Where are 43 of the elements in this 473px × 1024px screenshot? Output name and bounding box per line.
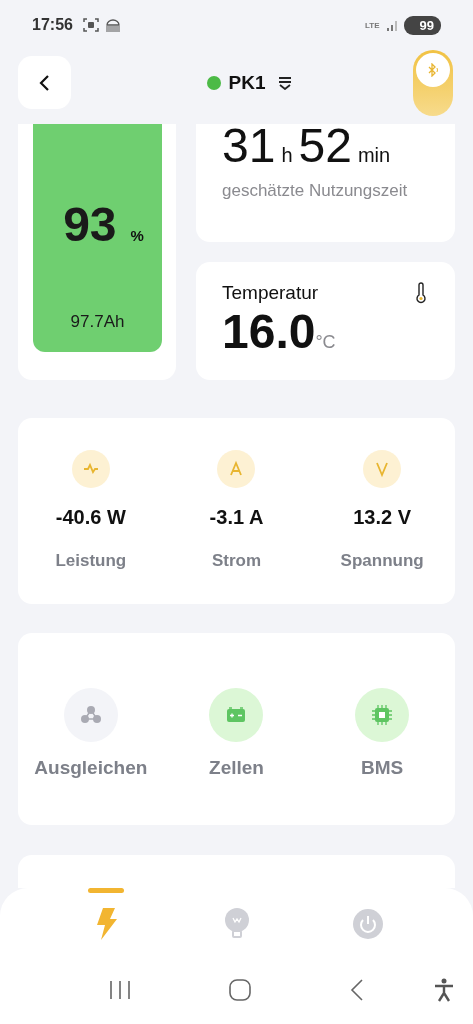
minutes-value: 52 [298,124,352,173]
chevron-left-icon [37,73,52,92]
ampere-icon [217,450,256,488]
hours-value: 31 [222,124,276,173]
metric-value: -3.1 A [209,506,264,529]
runtime-caption: geschätzte Nutzungszeit [222,181,409,201]
cloud-icon [104,18,121,32]
battery-capacity: 97.7Ah [70,312,125,332]
cells-button[interactable]: Zellen [166,687,307,779]
signal-icon [385,19,398,31]
pulse-icon [71,450,110,488]
thermometer-icon [415,282,427,304]
chip-icon [354,687,411,743]
metric-label: Leistung [55,551,127,571]
bluetooth-icon [426,63,440,77]
screenshot-icon [82,18,99,32]
percent-unit: % [130,227,144,244]
network-type: LTE [365,20,380,30]
status-time: 17:56 [32,16,73,34]
home-icon[interactable] [228,978,253,1002]
minutes-unit: min [357,144,391,167]
bms-button[interactable]: BMS [312,687,453,779]
balance-button[interactable]: Ausgleichen [20,687,161,779]
device-name: PK1 [228,72,266,94]
back-icon[interactable] [348,978,365,1002]
metric-value: -40.6 W [55,506,126,529]
battery-icon [208,687,265,743]
power-icon [351,908,384,940]
hours-unit: h [281,144,293,167]
volt-icon [363,450,402,488]
temperature-label: Temperatur [222,282,319,304]
bluetooth-toggle[interactable] [413,50,453,116]
temperature-unit: °C [315,332,336,352]
accessibility-icon[interactable] [433,978,455,1002]
recent-apps-icon[interactable] [108,980,133,1000]
network-nodes-icon [62,687,119,743]
metric-value: 13.2 V [353,506,412,529]
metric-label: Strom [211,551,262,571]
battery-level: 99 [403,15,441,35]
temperature-value: 16.0 [222,305,316,358]
battery-percent: 93 [63,197,117,252]
dropdown-icon[interactable] [277,76,294,90]
metric-label: Spannung [340,551,424,571]
